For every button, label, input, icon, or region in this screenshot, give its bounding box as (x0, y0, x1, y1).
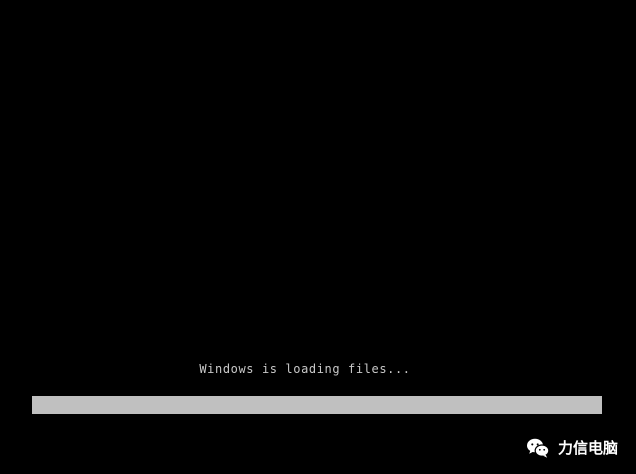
loading-progress-bar (32, 396, 602, 414)
loading-progress-fill (32, 396, 602, 414)
watermark: 力信电脑 (526, 436, 618, 460)
wechat-icon (526, 438, 550, 458)
loading-status-text: Windows is loading files... (199, 362, 411, 376)
watermark-text: 力信电脑 (557, 439, 618, 457)
boot-screen: Windows is loading files... 力信电脑 (0, 0, 636, 474)
